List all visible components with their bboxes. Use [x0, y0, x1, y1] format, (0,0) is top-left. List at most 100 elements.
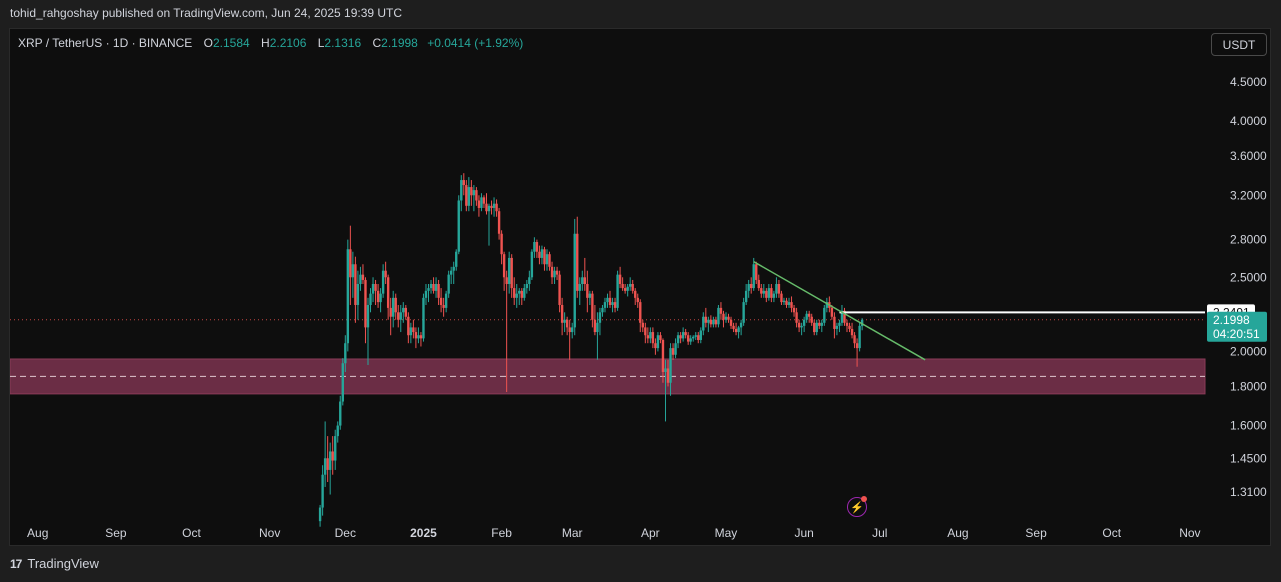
candle-body [349, 249, 352, 278]
open-value: 2.1584 [212, 36, 250, 50]
candle-body [591, 293, 594, 320]
currency-button[interactable]: USDT [1211, 33, 1267, 56]
candle-body [795, 312, 798, 323]
candle-body [724, 316, 728, 320]
candle-body [460, 180, 463, 201]
candle-body [722, 313, 725, 320]
footer: 17 TradingView [10, 556, 99, 571]
candle-body [513, 288, 516, 298]
candle-body [535, 242, 539, 252]
candle-body [394, 297, 397, 313]
countdown-label: 04:20:51 [1213, 327, 1260, 341]
candle-body [339, 401, 342, 426]
candle-body [525, 283, 529, 289]
candle-body [593, 319, 597, 333]
y-tick-label: 1.4500 [1230, 451, 1267, 465]
candle-body [699, 330, 702, 340]
candle-body [447, 274, 450, 294]
candle-body [692, 336, 695, 339]
candle-body [649, 332, 652, 339]
candle-body [500, 233, 503, 255]
candle-body [601, 307, 604, 313]
candle-body [659, 335, 662, 340]
candle-body [669, 348, 672, 383]
candle-body [613, 302, 617, 308]
candle-body [588, 293, 592, 298]
candle-body [502, 254, 506, 278]
candle-body [419, 335, 423, 339]
candle-body [750, 283, 753, 289]
candle-body [432, 283, 435, 291]
x-tick-label: Aug [27, 526, 48, 540]
candle-body [565, 319, 569, 328]
candle-body [386, 277, 390, 308]
candle-body [555, 270, 559, 275]
candle-body [389, 307, 392, 317]
x-tick-label: Jun [794, 526, 813, 540]
candle-body [664, 368, 667, 372]
candle-body [449, 270, 453, 275]
candle-body [800, 325, 803, 328]
candle-body [848, 325, 851, 329]
candle-body [679, 335, 682, 339]
symbol-label: XRP / TetherUS · 1D · BINANCE [18, 36, 193, 50]
footer-brand[interactable]: TradingView [27, 556, 99, 571]
candle-body [598, 312, 602, 323]
candle-body [354, 264, 357, 305]
candle-body [707, 319, 710, 323]
price-chart[interactable]: 4.5000 4.0000 3.6000 3.2000 2.8000 2.5000 2.00… [10, 29, 1272, 547]
candle-body [656, 335, 660, 349]
candle-body [366, 304, 370, 328]
x-tick-label: Dec [335, 526, 356, 540]
candle-body [729, 319, 733, 326]
y-tick-label: 1.3100 [1230, 485, 1267, 499]
candle-body [392, 297, 395, 317]
candle-body [462, 180, 465, 186]
open-label: O [203, 36, 213, 50]
candle-body [805, 313, 808, 320]
high-value: 2.2106 [269, 36, 307, 50]
candle-body [328, 451, 332, 470]
candle-body [414, 332, 418, 339]
candle-body [734, 328, 738, 333]
candle-body [530, 251, 534, 278]
candle-body [785, 300, 788, 305]
low-value: 2.1316 [324, 36, 362, 50]
candle-body [578, 283, 581, 291]
candle-body [429, 283, 433, 289]
candle-body [505, 277, 508, 284]
y-tick-label: 2.8000 [1230, 233, 1267, 247]
candle-body [586, 283, 589, 298]
candle-body [490, 205, 493, 208]
candle-body [326, 458, 329, 470]
candle-body [666, 368, 670, 383]
candle-body [813, 322, 816, 333]
candle-body [576, 233, 579, 291]
candle-body [802, 319, 806, 326]
candle-body [507, 257, 511, 284]
candle-body [694, 335, 697, 337]
candle-body [371, 283, 375, 294]
candle-body [472, 190, 476, 196]
candle-body [444, 293, 448, 308]
candle-body [850, 328, 854, 336]
candle-body [427, 288, 430, 291]
candle-body [573, 233, 576, 328]
candle-body [631, 283, 634, 291]
candle-body [858, 325, 861, 349]
candle-body [623, 288, 627, 291]
x-tick-label: Oct [1102, 526, 1121, 540]
chart-frame[interactable]: 4.5000 4.0000 3.6000 3.2000 2.8000 2.5000 2.00… [9, 28, 1271, 546]
y-tick-label: 2.5000 [1230, 270, 1267, 284]
candle-body [399, 312, 402, 320]
notification-dot [861, 496, 867, 502]
candle-body [712, 319, 715, 325]
candle-body [331, 451, 334, 461]
candle-body [336, 425, 339, 437]
candle-body [719, 307, 723, 314]
candle-body [833, 316, 836, 329]
candle-body [621, 283, 624, 289]
candle-body [402, 307, 405, 313]
candle-body [518, 290, 521, 294]
candle-body [318, 507, 322, 522]
